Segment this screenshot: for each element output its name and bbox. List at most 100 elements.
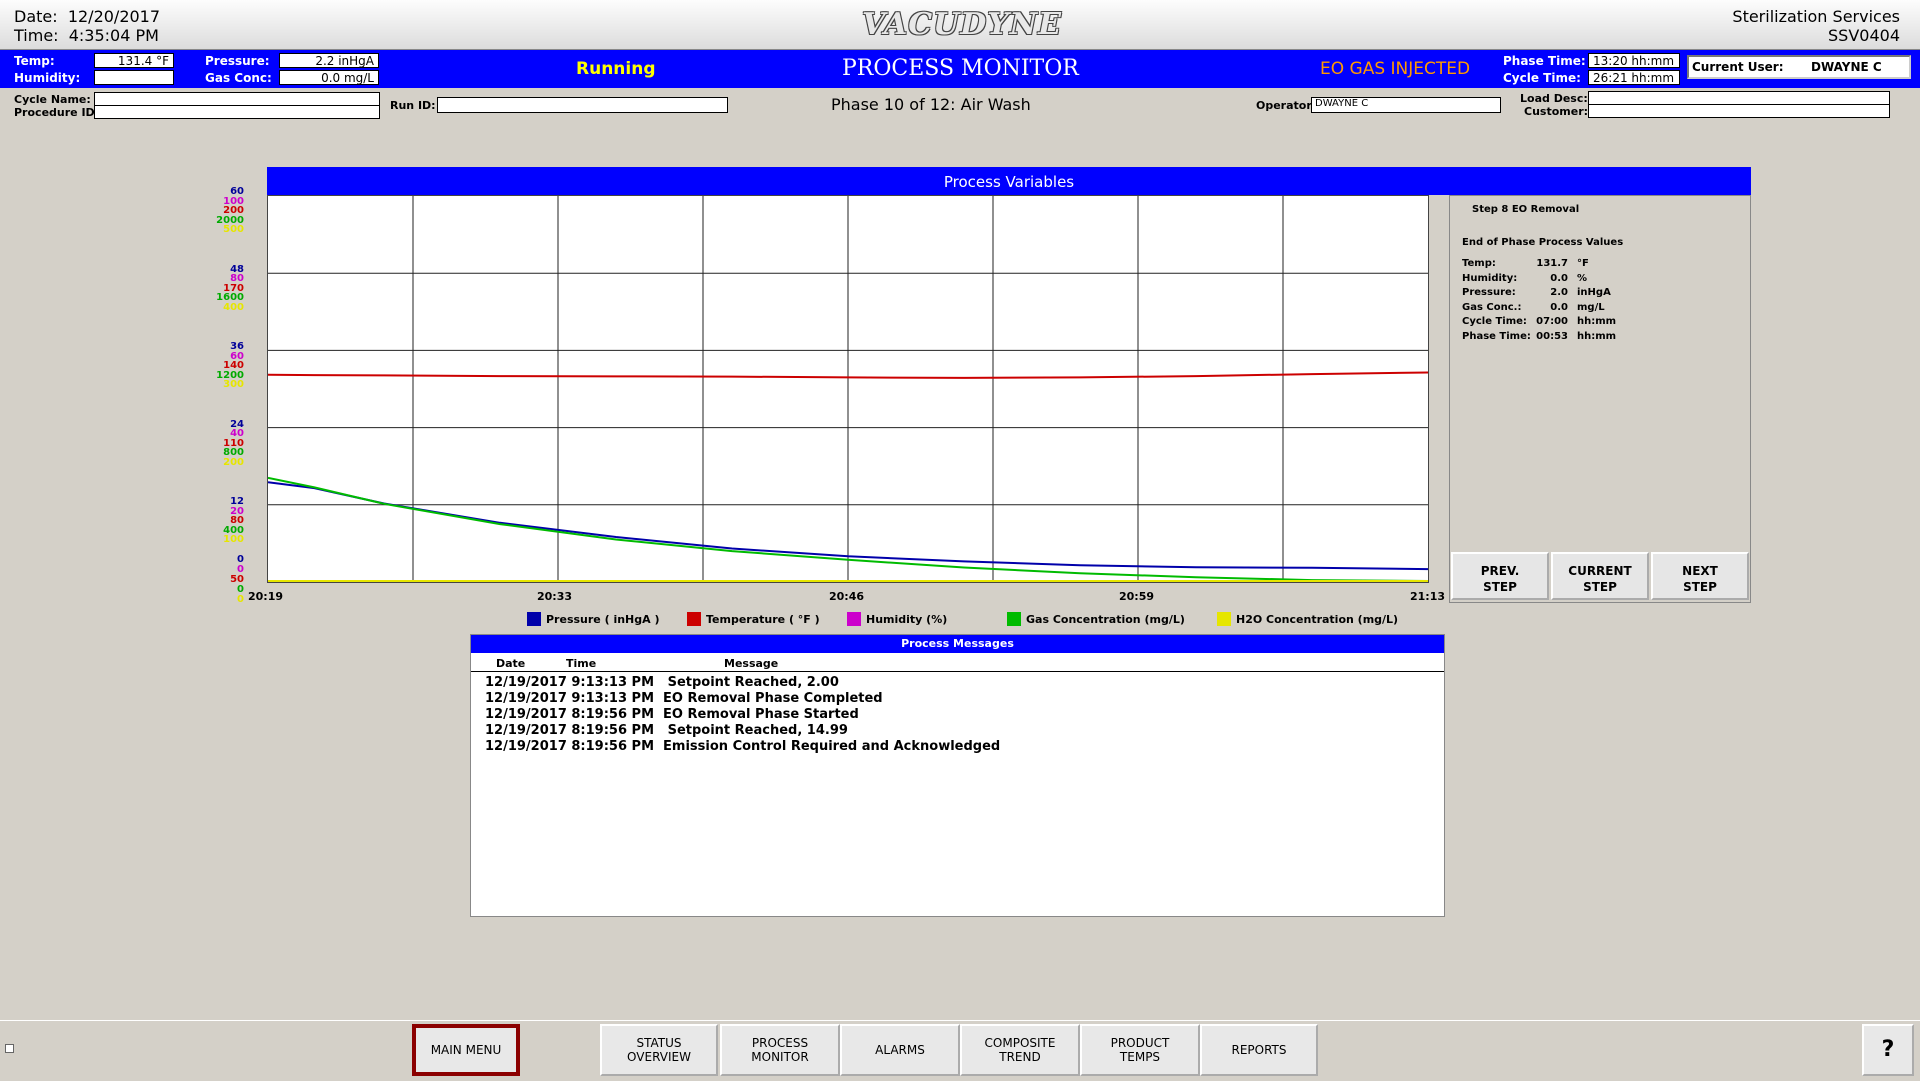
legend-swatch — [687, 612, 701, 626]
customer-label: Customer: — [1524, 105, 1589, 118]
date-label: Date: — [14, 7, 58, 26]
message-row: 12/19/2017 8:19:56 PM EO Removal Phase S… — [485, 707, 859, 722]
main-menu-button[interactable]: MAIN MENU — [412, 1024, 520, 1076]
cycle-name-label: Cycle Name: — [14, 93, 91, 106]
y-tick-label: 400 — [223, 301, 244, 313]
pressure-value: 2.2 inHgA — [279, 53, 379, 68]
message-row: 12/19/2017 9:13:13 PM EO Removal Phase C… — [485, 691, 883, 706]
phase-time-label: Phase Time: — [1503, 54, 1586, 68]
time-label: Time: — [14, 26, 59, 45]
current-user-value: DWAYNE C — [1811, 60, 1882, 74]
prev-step-button[interactable]: PREV. STEP — [1451, 552, 1549, 600]
phase-value-label: Cycle Time: — [1462, 316, 1527, 327]
cycle-time-value: 26:21 hh:mm — [1588, 70, 1680, 85]
messages-title: Process Messages — [471, 635, 1444, 653]
legend-label: Temperature ( °F ) — [706, 613, 820, 626]
legend-label: Humidity (%) — [866, 613, 948, 626]
legend-swatch — [1007, 612, 1021, 626]
product-temps-button[interactable]: PRODUCT TEMPS — [1080, 1024, 1200, 1076]
datetime-block: Date: 12/20/2017 Time: 4:35:04 PM — [14, 7, 160, 45]
status-bar: Temp: 131.4 °F Humidity: Pressure: 2.2 i… — [0, 50, 1920, 88]
phase-value: 0.0 — [1550, 272, 1568, 284]
y-tick-label: 200 — [223, 456, 244, 468]
legend-label: Gas Concentration (mg/L) — [1026, 613, 1185, 626]
running-status: Running — [576, 59, 656, 79]
message-row: 12/19/2017 8:19:56 PM Emission Control R… — [485, 739, 1001, 754]
status-overview-button[interactable]: STATUS OVERVIEW — [600, 1024, 718, 1076]
legend-item: Temperature ( °F ) — [687, 612, 820, 626]
phase-value-unit: mg/L — [1577, 301, 1605, 313]
y-tick-label: 100 — [223, 534, 244, 546]
cycle-info-row: Cycle Name: Procedure ID: Run ID: Phase … — [0, 89, 1920, 121]
x-tick-label: 20:59 — [1119, 590, 1155, 603]
chart-plot-area — [267, 195, 1429, 583]
legend-swatch — [847, 612, 861, 626]
step-name: Step 8 EO Removal — [1472, 204, 1580, 215]
operator-field[interactable]: DWAYNE C — [1311, 97, 1501, 113]
alarms-button[interactable]: ALARMS — [840, 1024, 960, 1076]
phase-time-value: 13:20 hh:mm — [1588, 53, 1680, 68]
col-date: Date — [496, 657, 526, 670]
phase-value: 0.0 — [1550, 301, 1568, 313]
legend-item: Pressure ( inHgA ) — [527, 612, 660, 626]
message-row: 12/19/2017 9:13:13 PM Setpoint Reached, … — [485, 675, 839, 690]
temp-value: 131.4 °F — [94, 53, 174, 68]
operator-label: Operator: — [1256, 99, 1317, 112]
phase-value-label: Gas Conc.: — [1462, 301, 1522, 313]
step-values-panel: Step 8 EO Removal End of Phase Process V… — [1449, 195, 1751, 603]
phase-value-label: Pressure: — [1462, 287, 1516, 298]
x-tick-label: 21:13 — [1410, 590, 1446, 603]
chart-legend: Pressure ( inHgA ) Temperature ( °F ) Humi… — [527, 612, 1427, 630]
next-step-button[interactable]: NEXT STEP — [1651, 552, 1749, 600]
x-tick-label: 20:46 — [829, 590, 865, 603]
vacudyne-logo: VACUDYNE — [862, 7, 1062, 42]
procedure-id-label: Procedure ID: — [14, 106, 100, 119]
reports-button[interactable]: REPORTS — [1200, 1024, 1318, 1076]
phase-indicator: Phase 10 of 12: Air Wash — [831, 95, 1031, 114]
process-monitor-button[interactable]: PROCESS MONITOR — [720, 1024, 840, 1076]
y-tick-label: 0 — [237, 594, 244, 605]
current-step-button[interactable]: CURRENT STEP — [1551, 552, 1649, 600]
system-id: SSV0404 — [1828, 26, 1900, 45]
alert-status: EO GAS INJECTED — [1320, 59, 1471, 79]
x-tick-label: 20:19 — [248, 590, 284, 603]
gas-value: 0.0 mg/L — [279, 70, 379, 85]
phase-value: 07:00 — [1536, 316, 1568, 327]
help-button[interactable]: ? — [1862, 1024, 1914, 1076]
y-axis-ticks: 0 0 50 0 0 12 20 80 400 100 24 40 110 800 200 36 60 140 12… — [204, 0, 244, 1080]
legend-label: H2O Concentration (mg/L) — [1236, 613, 1399, 626]
phase-value: 2.0 — [1550, 287, 1568, 298]
phase-value-label: Temp: — [1462, 258, 1496, 269]
process-messages-panel: Process Messages Date Time Message 12/19… — [470, 634, 1445, 917]
page-title: PROCESS MONITOR — [842, 56, 1079, 81]
y-tick-label: 300 — [223, 379, 244, 391]
composite-trend-button[interactable]: COMPOSITE TREND — [960, 1024, 1080, 1076]
phase-value-label: Humidity: — [1462, 272, 1518, 284]
chart-svg — [268, 196, 1428, 582]
company-block: Sterilization Services SSV0404 — [1732, 7, 1900, 45]
phase-value-unit: °F — [1577, 258, 1589, 269]
customer-field[interactable] — [1588, 104, 1890, 118]
legend-swatch — [1217, 612, 1231, 626]
phase-value: 131.7 — [1536, 258, 1568, 269]
legend-item: Gas Concentration (mg/L) — [1007, 612, 1185, 626]
load-desc-field[interactable] — [1588, 91, 1890, 105]
col-message: Message — [724, 657, 779, 670]
phase-value-unit: % — [1577, 272, 1588, 284]
date-value: 12/20/2017 — [67, 7, 161, 26]
legend-item: Humidity (%) — [847, 612, 947, 626]
current-user-box: Current User: DWAYNE C — [1687, 55, 1911, 79]
end-of-phase-heading: End of Phase Process Values — [1462, 237, 1624, 248]
phase-value-unit: inHgA — [1577, 287, 1611, 298]
checkbox-icon[interactable] — [5, 1044, 14, 1053]
legend-item: H2O Concentration (mg/L) — [1217, 612, 1398, 626]
cycle-time-label: Cycle Time: — [1503, 71, 1581, 85]
phase-value: 00:53 — [1536, 330, 1568, 342]
company-name: Sterilization Services — [1732, 7, 1900, 26]
col-time: Time — [566, 657, 597, 670]
run-id-label: Run ID: — [390, 99, 436, 112]
run-id-field[interactable] — [437, 97, 728, 113]
chart-title: Process Variables — [267, 167, 1751, 195]
message-row: 12/19/2017 8:19:56 PM Setpoint Reached, … — [485, 723, 848, 738]
legend-swatch — [527, 612, 541, 626]
